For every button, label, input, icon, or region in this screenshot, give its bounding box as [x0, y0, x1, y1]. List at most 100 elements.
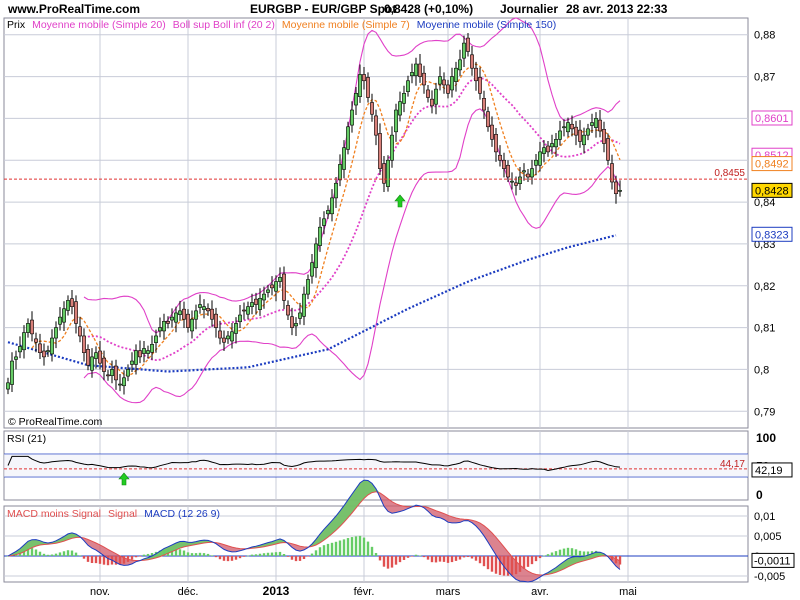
candle-body: [322, 218, 326, 226]
candle-body: [190, 318, 194, 332]
candle-body: [602, 128, 606, 144]
macd-histogram-bar: [286, 556, 290, 557]
macd-histogram-bar: [134, 556, 138, 558]
candle-body: [518, 176, 522, 184]
macd-histogram-bar: [138, 556, 142, 557]
macd-tick-label: -0,005: [754, 571, 785, 583]
candle-body: [502, 159, 506, 169]
candle-body: [34, 338, 38, 343]
candle-body: [150, 344, 154, 353]
price-tick-label: 0,88: [754, 30, 775, 42]
candle-body: [474, 67, 478, 82]
candle-body: [306, 279, 310, 295]
candle-body: [138, 350, 142, 358]
macd-histogram-bar: [70, 550, 74, 556]
macd-tick-label: 0,01: [754, 511, 775, 523]
macd-histogram-bar: [446, 556, 450, 563]
candle-body: [14, 356, 18, 360]
candle-body: [26, 323, 30, 333]
macd-histogram-bar: [130, 556, 134, 560]
macd-histogram-bar: [190, 553, 194, 556]
macd-legend-item: Signal: [108, 508, 137, 520]
macd-histogram-bar: [422, 556, 426, 558]
macd-histogram-bar: [118, 556, 122, 565]
macd-histogram-bar: [210, 555, 214, 556]
candle-body: [514, 182, 518, 186]
candle-body: [358, 74, 362, 97]
candle-body: [486, 111, 490, 128]
macd-histogram-bar: [74, 552, 78, 556]
macd-histogram-bar: [538, 556, 542, 559]
macd-histogram-bar: [262, 553, 266, 556]
macd-histogram-bar: [474, 556, 478, 561]
macd-histogram-bar: [202, 553, 206, 556]
macd-histogram-bar: [54, 553, 58, 556]
macd-histogram-bar: [410, 556, 414, 557]
watermark: © ProRealTime.com: [8, 416, 103, 428]
macd-histogram-bar: [450, 556, 454, 563]
site-url[interactable]: www.ProRealTime.com: [8, 2, 140, 16]
candle-body: [38, 343, 42, 353]
candle-body: [338, 164, 342, 181]
candle-body: [86, 349, 90, 366]
macd-histogram-bar: [482, 556, 486, 567]
candle-body: [134, 350, 138, 365]
macd-histogram-bar: [534, 556, 538, 562]
macd-histogram-bar: [418, 555, 422, 557]
candle-body: [374, 115, 378, 136]
macd-histogram-bar: [546, 554, 550, 556]
candle-body: [498, 154, 502, 161]
candle-body: [370, 102, 374, 115]
macd-histogram-bar: [90, 556, 94, 564]
price-tick-label: 0,87: [754, 72, 775, 84]
macd-histogram-bar: [322, 545, 326, 556]
candle-body: [542, 147, 546, 154]
macd-histogram-bar: [362, 537, 366, 556]
candle-body: [290, 316, 294, 328]
candle-body: [110, 369, 114, 377]
macd-histogram-bar: [486, 556, 490, 570]
macd-histogram-bar: [282, 554, 286, 556]
candle-body: [326, 210, 330, 215]
candle-body: [482, 98, 486, 111]
candle-body: [210, 308, 214, 320]
macd-histogram-bar: [226, 556, 230, 562]
rsi-zone-band: [4, 454, 748, 477]
macd-histogram-bar: [182, 550, 186, 556]
candle-body: [530, 168, 534, 178]
candle-body: [46, 350, 50, 353]
candle-body: [158, 327, 162, 332]
macd-histogram-bar: [330, 542, 334, 556]
macd-histogram-bar: [66, 550, 70, 556]
candle-body: [378, 133, 382, 169]
price-legend-item: Moyenne mobile (Simple 20): [32, 19, 166, 31]
candle-body: [506, 164, 510, 178]
macd-histogram-bar: [338, 540, 342, 556]
candle-body: [598, 119, 602, 132]
rsi-tick-label: 0: [756, 488, 763, 502]
macd-histogram-bar: [234, 556, 238, 560]
candle-body: [418, 63, 422, 77]
macd-histogram-bar: [454, 556, 458, 561]
macd-histogram-bar: [530, 556, 534, 565]
candle-body: [18, 346, 22, 353]
candle-body: [178, 310, 182, 315]
candle-body: [318, 226, 322, 246]
candle-body: [334, 182, 338, 199]
price-tick-label: 0,82: [754, 281, 775, 293]
candle-body: [346, 126, 350, 150]
macd-histogram-bar: [350, 537, 354, 556]
candle-body: [402, 93, 406, 104]
candle-body: [454, 67, 458, 82]
candle-body: [62, 308, 66, 323]
macd-histogram-bar: [542, 555, 546, 557]
macd-histogram-bar: [582, 551, 586, 556]
candle-body: [50, 337, 54, 355]
macd-histogram-bar: [98, 556, 102, 564]
candle-body: [578, 129, 582, 142]
candle-body: [182, 308, 186, 320]
macd-histogram-bar: [146, 553, 150, 556]
macd-histogram-bar: [334, 541, 338, 556]
candle-body: [590, 122, 594, 126]
candle-body: [282, 273, 286, 301]
